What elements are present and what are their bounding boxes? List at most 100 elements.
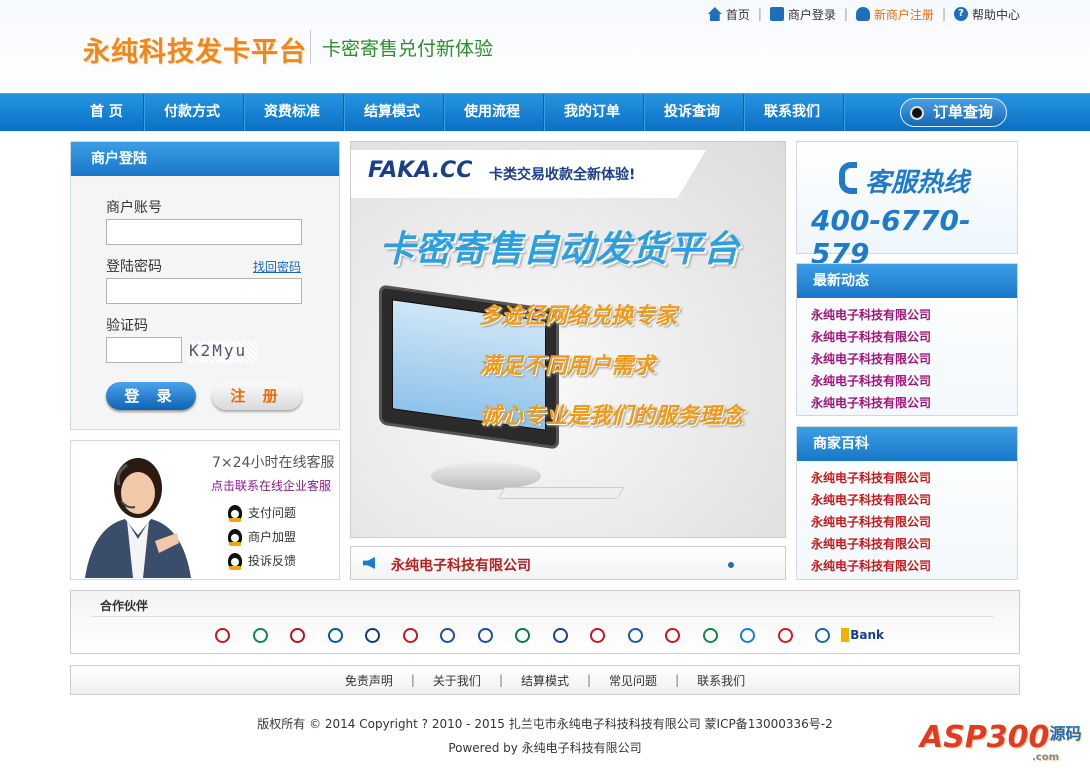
- hotline-panel: 客服热线 400-6770-579: [796, 141, 1018, 270]
- cgb-icon[interactable]: [654, 627, 692, 643]
- footer-nav: 免责声明 | 关于我们 | 结算模式 | 常见问题 | 联系我们: [70, 665, 1020, 695]
- slogan: 卡密寄售兑付新体验: [322, 38, 494, 60]
- register-button[interactable]: 注 册: [212, 382, 302, 410]
- citic-icon[interactable]: [579, 627, 617, 643]
- nav-fees[interactable]: 资费标准: [244, 94, 344, 131]
- home-link[interactable]: 首页: [707, 6, 750, 23]
- banner-line-3: 诚心专业是我们的服务理念: [479, 404, 744, 429]
- nav-my-orders[interactable]: 我的订单: [544, 94, 644, 131]
- qq-icon: [228, 552, 242, 570]
- speaker-icon: [363, 557, 375, 569]
- spdb-icon[interactable]: [504, 627, 542, 643]
- news-item[interactable]: 永纯电子科技有限公司: [811, 326, 1017, 348]
- register-link[interactable]: 新商户注册: [855, 6, 934, 23]
- hotline-number: 400-6770-579: [811, 204, 971, 270]
- ebank-icon[interactable]: E Bank: [841, 627, 884, 643]
- nav-payment[interactable]: 付款方式: [144, 94, 244, 131]
- logo-divider: [310, 30, 311, 64]
- site-logo[interactable]: 永纯科技发卡平台: [83, 30, 307, 69]
- disc-icon: [910, 106, 924, 120]
- cib-icon[interactable]: [467, 627, 505, 643]
- wiki-item[interactable]: 永纯电子科技有限公司: [811, 489, 1017, 511]
- service-item-payment[interactable]: 支付问题: [228, 504, 296, 522]
- banner-line-1: 多途径网络兑换专家: [479, 304, 678, 329]
- monitor-stand: [431, 462, 541, 490]
- captcha-input[interactable]: [106, 337, 182, 363]
- captcha-label: 验证码: [106, 318, 148, 334]
- help-icon: ?: [953, 7, 968, 21]
- ceb-icon[interactable]: [542, 627, 580, 643]
- nav-complaint[interactable]: 投诉查询: [644, 94, 744, 131]
- telecom-icon[interactable]: [804, 627, 842, 643]
- service-item-complaint[interactable]: 投诉反馈: [228, 552, 296, 570]
- keyboard-illustration: [497, 487, 625, 499]
- partners-title: 合作伙伴: [100, 599, 149, 613]
- forgot-password-link[interactable]: 找回密码: [253, 258, 301, 275]
- qq-icon: [228, 528, 242, 546]
- news-title: 最新动态: [797, 264, 1017, 298]
- banner-brand-sub: 卡类交易收款全新体验!: [489, 167, 636, 183]
- cmbc-icon[interactable]: [617, 627, 655, 643]
- online-service-link[interactable]: 点击联系在线企业客服: [211, 477, 331, 494]
- hotline-title: 客服热线: [865, 168, 970, 198]
- wiki-item[interactable]: 永纯电子科技有限公司: [811, 533, 1017, 555]
- nav-contact[interactable]: 联系我们: [744, 94, 844, 131]
- news-panel: 最新动态 永纯电子科技有限公司 永纯电子科技有限公司 永纯电子科技有限公司 永纯…: [796, 263, 1018, 416]
- account-input[interactable]: [106, 219, 302, 245]
- footer-link-disclaimer[interactable]: 免责声明: [345, 672, 393, 689]
- watermark-logo: ASP300源码 .com: [920, 720, 1082, 763]
- pab-icon[interactable]: [429, 627, 467, 643]
- login-icon: [769, 7, 784, 21]
- footer-link-faq[interactable]: 常见问题: [609, 672, 657, 689]
- main-nav: 首 页 付款方式 资费标准 结算模式 使用流程 我的订单 投诉查询 联系我们 订…: [0, 93, 1090, 131]
- login-panel: 商户登陆 商户账号 登陆密码 找回密码 验证码 K2Myu 登 录 注 册: [70, 141, 340, 430]
- nav-process[interactable]: 使用流程: [444, 94, 544, 131]
- password-input[interactable]: [106, 278, 302, 304]
- chinamobile-icon[interactable]: [729, 627, 767, 643]
- nav-settlement[interactable]: 结算模式: [344, 94, 444, 131]
- password-label: 登陆密码: [106, 259, 162, 275]
- bocom-icon[interactable]: [354, 627, 392, 643]
- abc-icon[interactable]: [242, 627, 280, 643]
- header: 永纯科技发卡平台 卡密寄售兑付新体验 首页 | 商户登录 | 新商户注册 | ?…: [0, 0, 1090, 93]
- merchant-login-link[interactable]: 商户登录: [769, 6, 836, 23]
- banner-line-2: 满足不同用户需求: [479, 354, 656, 379]
- footer-link-settlement[interactable]: 结算模式: [521, 672, 569, 689]
- wiki-item[interactable]: 永纯电子科技有限公司: [811, 555, 1017, 577]
- customer-service-panel: 7×24小时在线客服 点击联系在线企业客服 支付问题 商户加盟 投诉反馈: [70, 440, 340, 580]
- top-links: 首页 | 商户登录 | 新商户注册 | ? 帮助中心: [707, 6, 1020, 23]
- cmb-icon[interactable]: [392, 627, 430, 643]
- service-item-join[interactable]: 商户加盟: [228, 528, 296, 546]
- footer-link-contact[interactable]: 联系我们: [697, 672, 745, 689]
- news-item[interactable]: 永纯电子科技有限公司: [811, 370, 1017, 392]
- user-icon: [855, 7, 870, 21]
- footer-link-about[interactable]: 关于我们: [433, 672, 481, 689]
- news-item[interactable]: 永纯电子科技有限公司: [811, 304, 1017, 326]
- wiki-item[interactable]: 永纯电子科技有限公司: [811, 467, 1017, 489]
- help-link[interactable]: ? 帮助中心: [953, 6, 1020, 23]
- nav-home[interactable]: 首 页: [70, 94, 144, 131]
- news-item[interactable]: 永纯电子科技有限公司: [811, 348, 1017, 370]
- captcha-image[interactable]: K2Myu: [189, 341, 257, 363]
- login-button[interactable]: 登 录: [106, 382, 196, 410]
- banner-headline: 卡密寄售自动发货平台: [379, 229, 740, 270]
- unicom-icon[interactable]: [767, 627, 805, 643]
- slide-dot[interactable]: [728, 562, 734, 568]
- notice-text[interactable]: 永纯电子科技有限公司: [391, 555, 531, 575]
- promo-banner[interactable]: FAKA.CC 卡类交易收款全新体验! 卡密寄售自动发货平台 多途径网络兑换专家…: [350, 141, 786, 538]
- partners-panel: 合作伙伴 E Bank: [70, 590, 1020, 654]
- qq-icon: [228, 504, 242, 522]
- wiki-panel: 商家百科 永纯电子科技有限公司 永纯电子科技有限公司 永纯电子科技有限公司 永纯…: [796, 426, 1018, 580]
- icbc-icon[interactable]: [204, 627, 242, 643]
- banner-brand: FAKA.CC: [368, 158, 473, 183]
- order-query-button[interactable]: 订单查询: [900, 98, 1007, 127]
- service-agent-image: [85, 458, 191, 578]
- psbc-icon[interactable]: [692, 627, 730, 643]
- wiki-title: 商家百科: [797, 427, 1017, 461]
- wiki-item[interactable]: 永纯电子科技有限公司: [811, 511, 1017, 533]
- ccb-icon[interactable]: [317, 627, 355, 643]
- boc-icon[interactable]: [279, 627, 317, 643]
- login-title: 商户登陆: [71, 142, 339, 176]
- notice-bar: 永纯电子科技有限公司: [350, 546, 786, 580]
- news-item[interactable]: 永纯电子科技有限公司: [811, 392, 1017, 414]
